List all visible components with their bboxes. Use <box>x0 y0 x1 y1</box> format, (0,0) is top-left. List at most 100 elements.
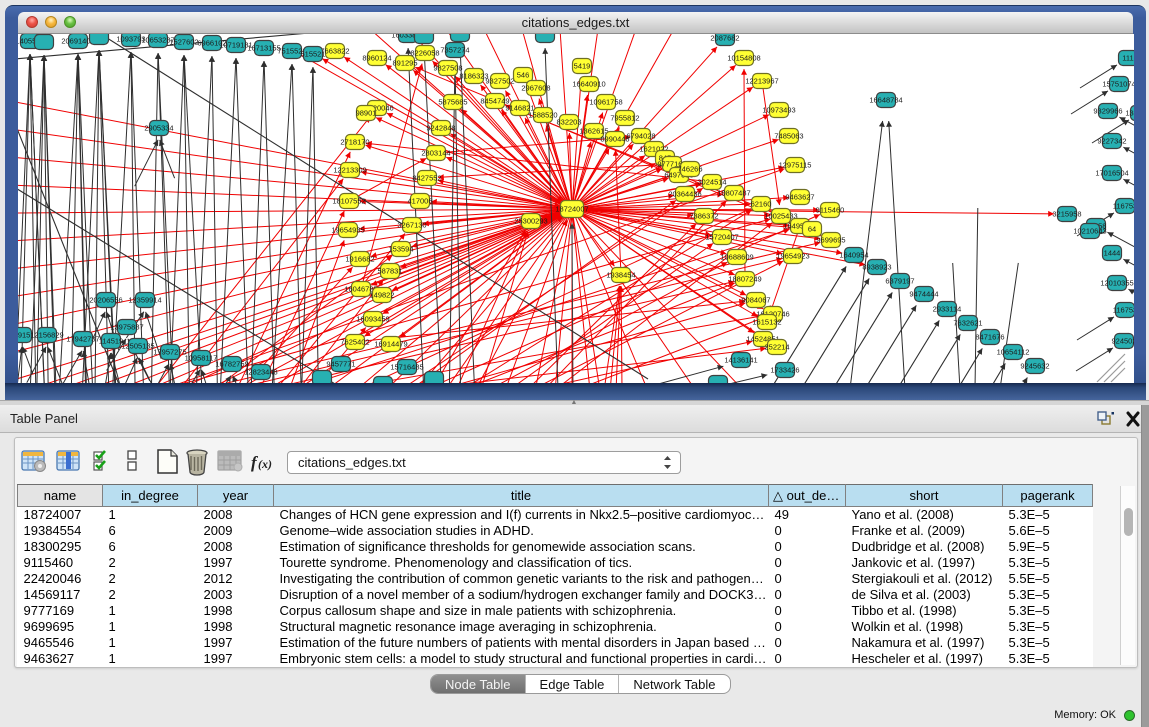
svg-text:2933114: 2933114 <box>933 305 962 314</box>
svg-text:8427552: 8427552 <box>412 174 441 183</box>
svg-text:20364436: 20364436 <box>668 190 701 199</box>
svg-text:12213309: 12213309 <box>333 166 366 175</box>
svg-text:9827508: 9827508 <box>433 64 462 73</box>
svg-text:19654935: 19654935 <box>331 226 364 235</box>
svg-text:8471676: 8471676 <box>975 333 1004 342</box>
svg-text:18107552: 18107552 <box>332 197 365 206</box>
svg-text:12213967: 12213967 <box>745 77 778 86</box>
svg-text:9115460: 9115460 <box>816 206 845 215</box>
svg-text:13975887: 13975887 <box>110 323 143 332</box>
svg-text:10210643: 10210643 <box>1073 227 1106 236</box>
svg-text:5419: 5419 <box>574 62 591 71</box>
svg-text:1527602: 1527602 <box>169 38 198 47</box>
svg-text:16713155: 16713155 <box>247 44 280 53</box>
svg-text:9463627: 9463627 <box>785 193 814 202</box>
svg-text:10973493: 10973493 <box>762 106 795 115</box>
svg-text:3915: 3915 <box>18 331 30 340</box>
svg-text:746266: 746266 <box>677 165 702 174</box>
svg-text:2803144: 2803144 <box>421 149 450 158</box>
svg-text:2967608: 2967608 <box>521 84 550 93</box>
svg-text:12010355: 12010355 <box>1100 279 1133 288</box>
svg-text:9699695: 9699695 <box>816 236 845 245</box>
svg-text:2905334: 2905334 <box>144 124 173 133</box>
svg-text:1938454: 1938454 <box>606 271 635 280</box>
svg-text:7632621: 7632621 <box>953 319 982 328</box>
svg-text:16914479: 16914479 <box>374 340 407 349</box>
svg-text:16648784: 16648784 <box>869 96 902 105</box>
svg-text:20206556: 20206556 <box>89 296 122 305</box>
svg-text:10688609: 10688609 <box>720 253 753 262</box>
svg-text:25300293: 25300293 <box>514 217 547 226</box>
svg-text:10154808: 10154808 <box>727 54 760 63</box>
svg-text:9457771: 9457771 <box>326 360 355 369</box>
svg-text:14136141: 14136141 <box>724 356 757 365</box>
svg-text:1916682: 1916682 <box>345 255 374 264</box>
svg-text:8226058: 8226058 <box>410 49 439 58</box>
svg-text:16093459: 16093459 <box>356 315 389 324</box>
svg-text:832203: 832203 <box>556 118 581 127</box>
svg-text:(x): (x) <box>258 457 272 471</box>
svg-text:417006: 417006 <box>407 197 432 206</box>
svg-text:7357274: 7357274 <box>440 46 469 55</box>
svg-text:116753: 116753 <box>1113 202 1134 211</box>
svg-text:18724007: 18724007 <box>555 205 588 214</box>
svg-text:64: 64 <box>808 225 816 234</box>
svg-text:546: 546 <box>517 71 530 80</box>
svg-text:6794028: 6794028 <box>626 132 655 141</box>
svg-text:9474444: 9474444 <box>909 290 938 299</box>
svg-text:2718170: 2718170 <box>340 138 369 147</box>
svg-text:149822: 149822 <box>369 291 394 300</box>
svg-text:3024514: 3024514 <box>697 178 726 187</box>
svg-text:9242848: 9242848 <box>426 124 455 133</box>
svg-text:7485063: 7485063 <box>774 132 803 141</box>
svg-text:8186323: 8186323 <box>459 72 488 81</box>
svg-text:9084067: 9084067 <box>741 296 770 305</box>
svg-text:1640954: 1640954 <box>839 251 868 260</box>
svg-text:98901: 98901 <box>356 109 377 118</box>
svg-text:9227342: 9227342 <box>1097 137 1126 146</box>
svg-text:8938923: 8938923 <box>862 263 891 272</box>
svg-text:12975115: 12975115 <box>779 161 812 170</box>
svg-text:111: 111 <box>1122 54 1133 63</box>
svg-text:1588520: 1588520 <box>528 111 557 120</box>
svg-text:252214: 252214 <box>764 343 789 352</box>
svg-text:19654923: 19654923 <box>776 252 809 261</box>
svg-text:891295: 891295 <box>392 59 417 68</box>
svg-text:17942737: 17942737 <box>66 335 99 344</box>
svg-text:17016504: 17016504 <box>1095 169 1128 178</box>
svg-text:16640910: 16640910 <box>572 80 605 89</box>
svg-text:515521: 515521 <box>300 50 325 59</box>
svg-text:62160: 62160 <box>751 200 772 209</box>
svg-text:10807487: 10807487 <box>717 189 750 198</box>
svg-text:924502: 924502 <box>1111 337 1134 346</box>
svg-text:7625402: 7625402 <box>340 338 369 347</box>
svg-text:17957275: 17957275 <box>153 348 186 357</box>
svg-text:15716485: 15716485 <box>390 363 423 372</box>
svg-text:7955812: 7955812 <box>610 114 639 123</box>
svg-text:15751074: 15751074 <box>1102 80 1134 89</box>
svg-text:8990448: 8990448 <box>600 135 629 144</box>
svg-text:1444: 1444 <box>1104 249 1121 258</box>
svg-text:1615132: 1615132 <box>752 318 781 327</box>
svg-text:153594: 153594 <box>388 245 413 254</box>
svg-text:12359914: 12359914 <box>128 296 161 305</box>
svg-text:5875685: 5875685 <box>438 98 467 107</box>
svg-text:15720407: 15720407 <box>705 233 738 242</box>
svg-text:10961758: 10961758 <box>589 98 622 107</box>
svg-text:587831: 587831 <box>377 267 402 276</box>
svg-text:1733426: 1733426 <box>770 366 799 375</box>
svg-text:3267130: 3267130 <box>397 221 426 230</box>
svg-text:8960124: 8960124 <box>362 54 391 63</box>
svg-text:12823448: 12823448 <box>244 368 277 377</box>
svg-text:10654112: 10654112 <box>997 348 1030 357</box>
svg-text:10958117: 10958117 <box>185 354 218 363</box>
svg-text:9327502: 9327502 <box>485 77 514 86</box>
svg-text:1369297: 1369297 <box>1125 109 1134 118</box>
svg-text:114519: 114519 <box>99 337 123 346</box>
svg-text:6379197: 6379197 <box>885 277 914 286</box>
svg-text:116753: 116753 <box>1113 306 1134 315</box>
svg-text:7386372: 7386372 <box>689 212 718 221</box>
svg-text:2087682: 2087682 <box>710 34 739 43</box>
svg-text:18807249: 18807249 <box>728 275 761 284</box>
svg-text:9329966: 9329966 <box>1093 107 1122 116</box>
